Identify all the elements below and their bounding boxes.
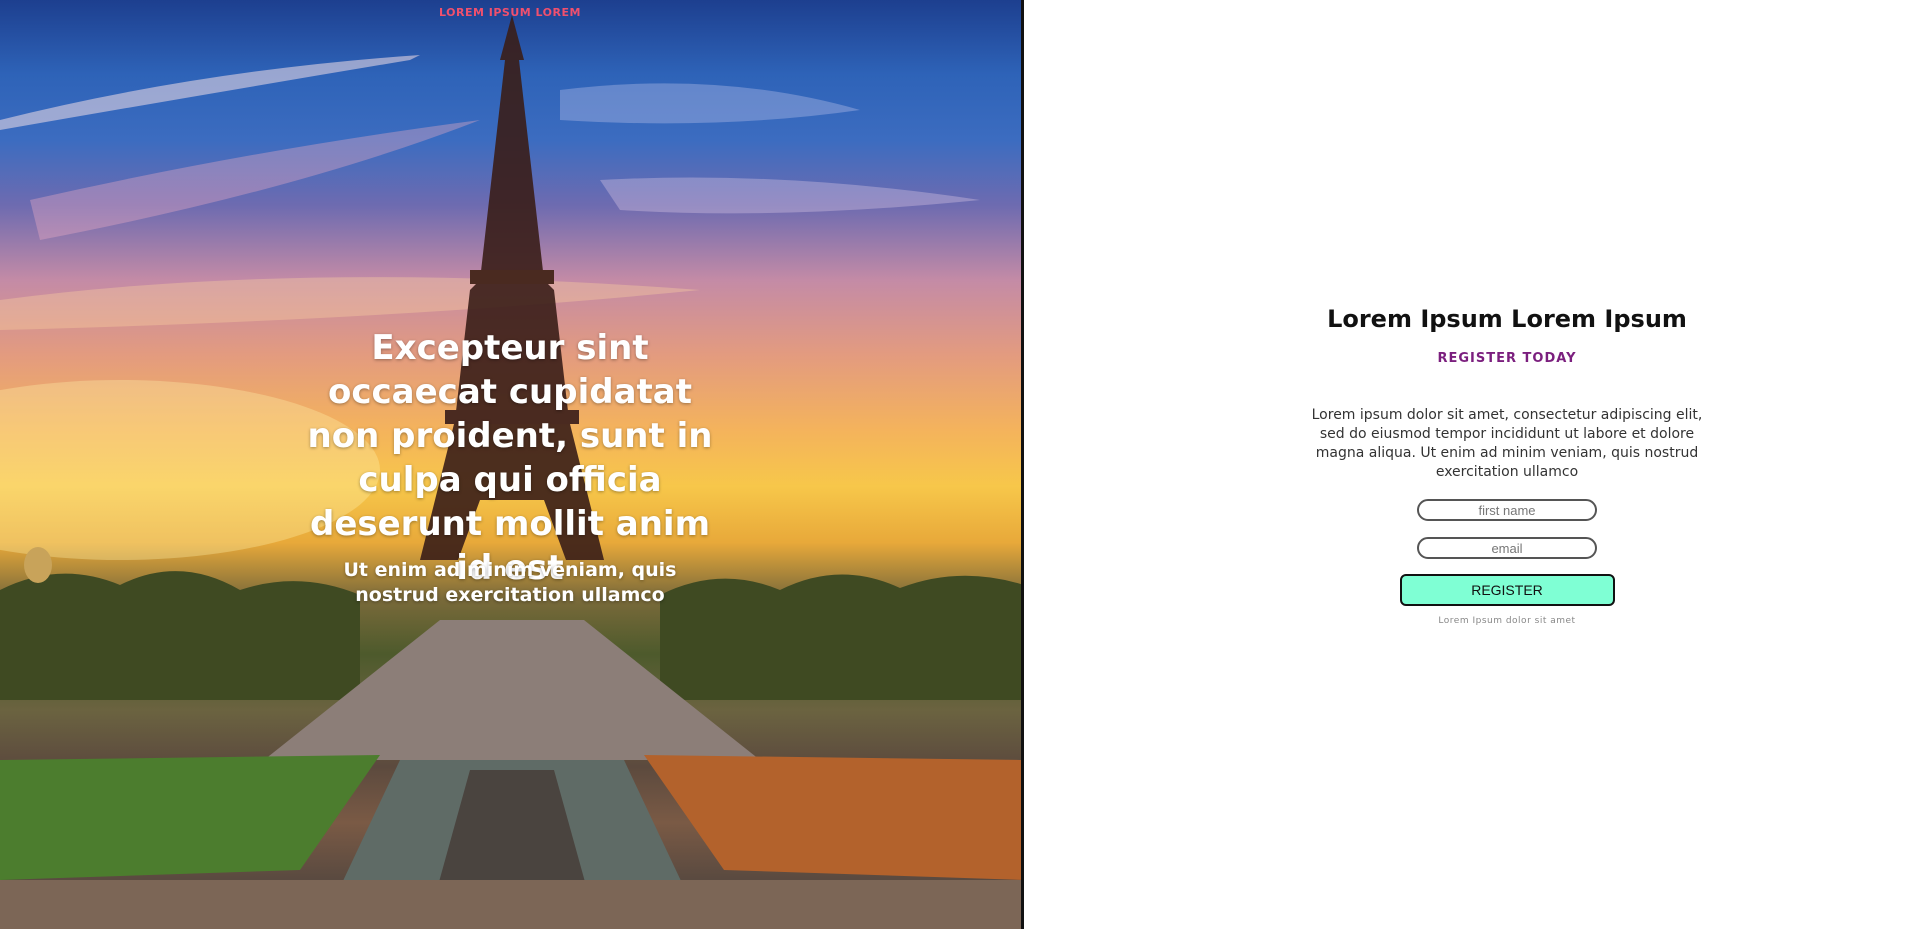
hero-kicker: LOREM IPSUM LOREM bbox=[439, 6, 581, 19]
form-description: Lorem ipsum dolor sit amet, consectetur … bbox=[1311, 407, 1703, 480]
form-kicker: REGISTER TODAY bbox=[1437, 351, 1577, 366]
hero-title: Excepteur sint occaecat cupidatat non pr… bbox=[307, 328, 713, 588]
fine-print: Lorem Ipsum dolor sit amet bbox=[1438, 616, 1576, 626]
first-name-input[interactable] bbox=[1417, 499, 1597, 521]
registration-panel: Lorem Ipsum Lorem Ipsum REGISTER TODAY L… bbox=[1027, 0, 1912, 929]
register-button[interactable]: REGISTER bbox=[1399, 574, 1615, 606]
hero-section: LOREM IPSUM LOREM Excepteur sint occaeca… bbox=[0, 0, 1024, 929]
form-title: Lorem Ipsum Lorem Ipsum bbox=[1327, 305, 1687, 333]
registration-form: Lorem Ipsum Lorem Ipsum REGISTER TODAY L… bbox=[1277, 303, 1737, 626]
hero-subtitle: Ut enim ad minim veniam, quis nostrud ex… bbox=[343, 559, 677, 606]
email-input[interactable] bbox=[1417, 537, 1597, 559]
